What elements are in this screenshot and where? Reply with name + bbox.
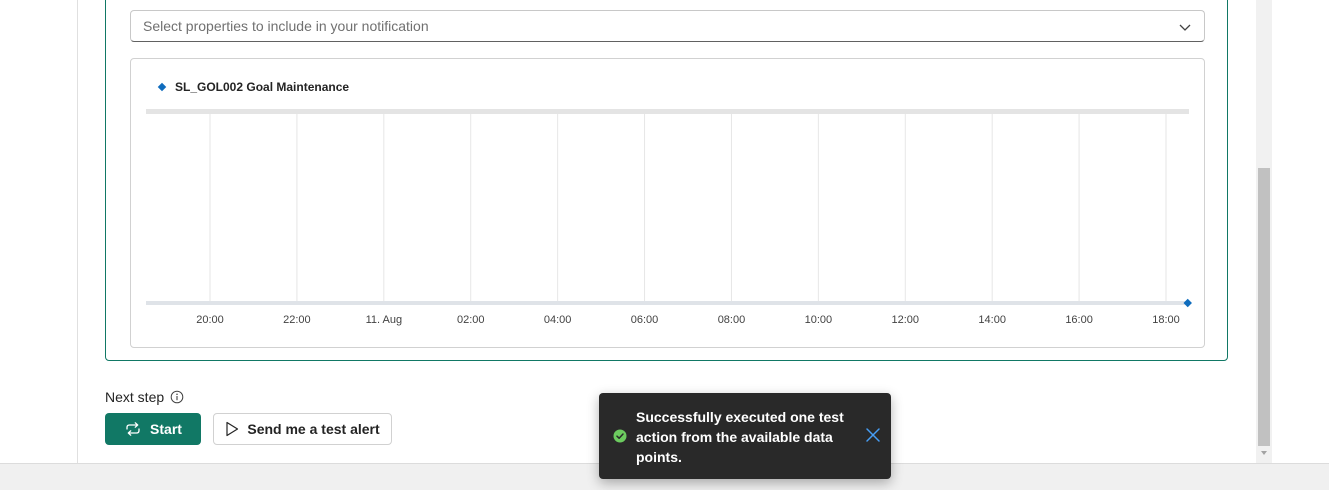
info-icon[interactable]: [170, 390, 184, 404]
next-step-heading: Next step: [105, 389, 184, 405]
send-test-alert-label: Send me a test alert: [247, 421, 380, 437]
send-test-alert-button[interactable]: Send me a test alert: [213, 413, 392, 445]
scroll-down-arrow-icon[interactable]: [1259, 448, 1269, 458]
start-button[interactable]: Start: [105, 413, 201, 445]
scrollbar-thumb[interactable]: [1258, 168, 1270, 446]
x-tick-label: 08:00: [718, 314, 746, 326]
chart-top-band: [146, 109, 1189, 114]
play-icon: [226, 421, 239, 437]
next-step-label: Next step: [105, 389, 165, 405]
x-tick-label: 22:00: [283, 314, 311, 326]
x-tick-label: 04:00: [544, 314, 572, 326]
toast-message: Successfully executed one test action fr…: [636, 409, 844, 465]
close-icon[interactable]: [865, 427, 881, 443]
repeat-icon: [126, 422, 140, 436]
x-tick-label: 10:00: [805, 314, 833, 326]
start-button-label: Start: [150, 421, 182, 437]
data-point[interactable]: [1183, 298, 1192, 308]
x-tick-label: 20:00: [196, 314, 224, 326]
x-tick-label: 02:00: [457, 314, 485, 326]
x-tick-label: 12:00: [892, 314, 920, 326]
x-tick-label: 06:00: [631, 314, 659, 326]
x-tick-label: 14:00: [978, 314, 1006, 326]
x-tick-label: 16:00: [1065, 314, 1093, 326]
x-tick-label: 18:00: [1152, 314, 1180, 326]
x-tick-label: 11. Aug: [366, 314, 403, 326]
chart-x-axis-band: [146, 301, 1189, 305]
success-toast: Successfully executed one test action fr…: [599, 393, 891, 479]
check-circle-icon: [613, 429, 627, 443]
